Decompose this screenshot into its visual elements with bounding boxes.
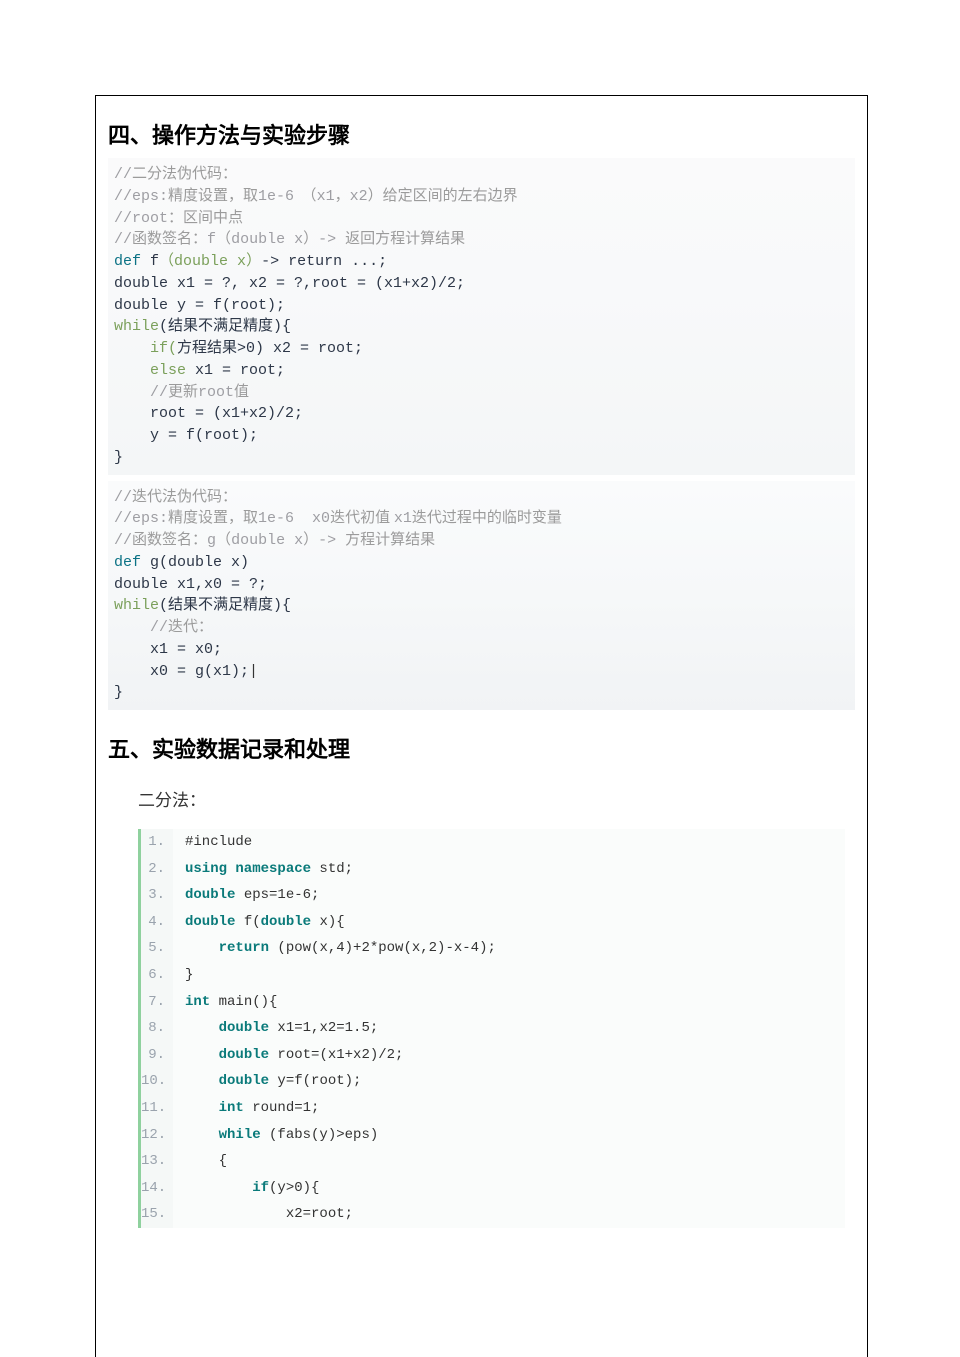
section-4-title: 四、操作方法与实验步骤 [96, 96, 867, 158]
code-content: double f(double x){ [173, 909, 345, 936]
code-line: 9. double root=(x1+x2)/2; [141, 1042, 845, 1069]
code-line: 12. while (fabs(y)>eps) [141, 1122, 845, 1149]
subsection-bisection-label: 二分法： [96, 772, 867, 829]
line-number: 10. [141, 1068, 173, 1095]
cpp-code-bisection: 1.#include2.using namespace std;3.double… [138, 829, 845, 1228]
code-content: x2=root; [173, 1201, 353, 1228]
line-number: 5. [141, 935, 173, 962]
code-line: 11. int round=1; [141, 1095, 845, 1122]
code-line: 7.int main(){ [141, 989, 845, 1016]
page-frame: 四、操作方法与实验步骤 //二分法伪代码： //eps:精度设置，取1e-6 （… [95, 95, 868, 1357]
code-content: if(y>0){ [173, 1175, 319, 1202]
line-number: 13. [141, 1148, 173, 1175]
code-content: int round=1; [173, 1095, 319, 1122]
code-line: 1.#include [141, 829, 845, 856]
code-line: 8. double x1=1,x2=1.5; [141, 1015, 845, 1042]
code-content: double y=f(root); [173, 1068, 361, 1095]
code-line: 2.using namespace std; [141, 856, 845, 883]
code-line: 15. x2=root; [141, 1201, 845, 1228]
code-content: #include [173, 829, 252, 856]
line-number: 11. [141, 1095, 173, 1122]
section-5-title: 五、实验数据记录和处理 [96, 710, 867, 772]
code-content: using namespace std; [173, 856, 353, 883]
code-line: 4.double f(double x){ [141, 909, 845, 936]
line-number: 14. [141, 1175, 173, 1202]
line-number: 7. [141, 989, 173, 1016]
code-content: { [173, 1148, 227, 1175]
line-number: 6. [141, 962, 173, 989]
line-number: 3. [141, 882, 173, 909]
pseudo-code-bisection: //二分法伪代码： //eps:精度设置，取1e-6 （x1，x2）给定区间的左… [108, 158, 855, 475]
pseudo-code-iteration: //迭代法伪代码： //eps:精度设置，取1e-6 x0迭代初值 x1迭代过程… [108, 481, 855, 711]
code-content: } [173, 962, 193, 989]
line-number: 2. [141, 856, 173, 883]
code-line: 10. double y=f(root); [141, 1068, 845, 1095]
code-content: double x1=1,x2=1.5; [173, 1015, 378, 1042]
line-number: 4. [141, 909, 173, 936]
code-line: 14. if(y>0){ [141, 1175, 845, 1202]
line-number: 8. [141, 1015, 173, 1042]
code-line: 3.double eps=1e-6; [141, 882, 845, 909]
code-line: 5. return (pow(x,4)+2*pow(x,2)-x-4); [141, 935, 845, 962]
line-number: 12. [141, 1122, 173, 1149]
line-number: 1. [141, 829, 173, 856]
code-content: double eps=1e-6; [173, 882, 319, 909]
code-content: return (pow(x,4)+2*pow(x,2)-x-4); [173, 935, 496, 962]
code-content: int main(){ [173, 989, 277, 1016]
code-content: while (fabs(y)>eps) [173, 1122, 378, 1149]
line-number: 15. [141, 1201, 173, 1228]
code-line: 13. { [141, 1148, 845, 1175]
code-line: 6.} [141, 962, 845, 989]
line-number: 9. [141, 1042, 173, 1069]
code-content: double root=(x1+x2)/2; [173, 1042, 403, 1069]
